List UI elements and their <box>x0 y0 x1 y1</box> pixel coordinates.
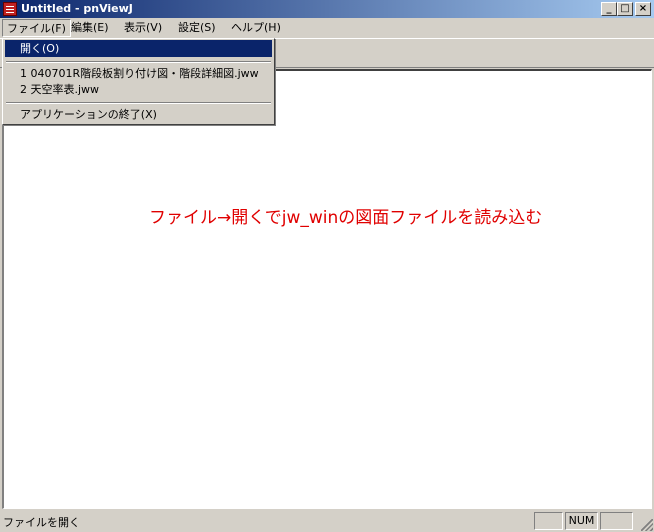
status-text: ファイルを開く <box>3 516 80 529</box>
menu-separator <box>6 61 271 63</box>
menu-edit[interactable]: 編集(E) <box>67 19 113 37</box>
menu-help[interactable]: ヘルプ(H) <box>227 19 285 37</box>
annotation-text: ファイル→開くでjw_winの図面ファイルを読み込む <box>149 208 543 228</box>
menu-file[interactable]: ファイル(F) <box>2 19 71 37</box>
close-button[interactable]: × <box>635 2 651 16</box>
menu-settings[interactable]: 設定(S) <box>174 19 220 37</box>
status-bar: ファイルを開く NUM <box>0 510 654 532</box>
maximize-button[interactable]: □ <box>617 2 633 16</box>
menu-separator <box>6 102 271 104</box>
window-title: Untitled - pnViewJ <box>21 2 133 15</box>
app-icon[interactable] <box>3 2 17 16</box>
drawing-area[interactable]: ファイル→開くでjw_winの図面ファイルを読み込む <box>2 69 652 509</box>
status-panel-num: NUM <box>565 512 598 530</box>
menu-item-exit[interactable]: アプリケーションの終了(X) <box>5 106 272 123</box>
file-menu-dropdown: 開く(O) 1 040701R階段板割り付け図・階段詳細図.jww 2 天空率表… <box>2 38 275 125</box>
menu-item-recent-file[interactable]: 2 天空率表.jww <box>5 81 272 98</box>
resize-grip[interactable] <box>641 519 653 531</box>
minimize-button[interactable]: _ <box>601 2 617 16</box>
menu-item-recent-file[interactable]: 1 040701R階段板割り付け図・階段詳細図.jww <box>5 65 272 82</box>
status-panel-scroll <box>600 512 633 530</box>
menu-item-open[interactable]: 開く(O) <box>5 40 272 57</box>
menu-view[interactable]: 表示(V) <box>120 19 166 37</box>
menu-bar: ファイル(F) 編集(E) 表示(V) 設定(S) ヘルプ(H) <box>0 18 654 38</box>
status-panel-caps <box>534 512 563 530</box>
title-bar[interactable]: Untitled - pnViewJ _ □ × <box>0 0 654 18</box>
